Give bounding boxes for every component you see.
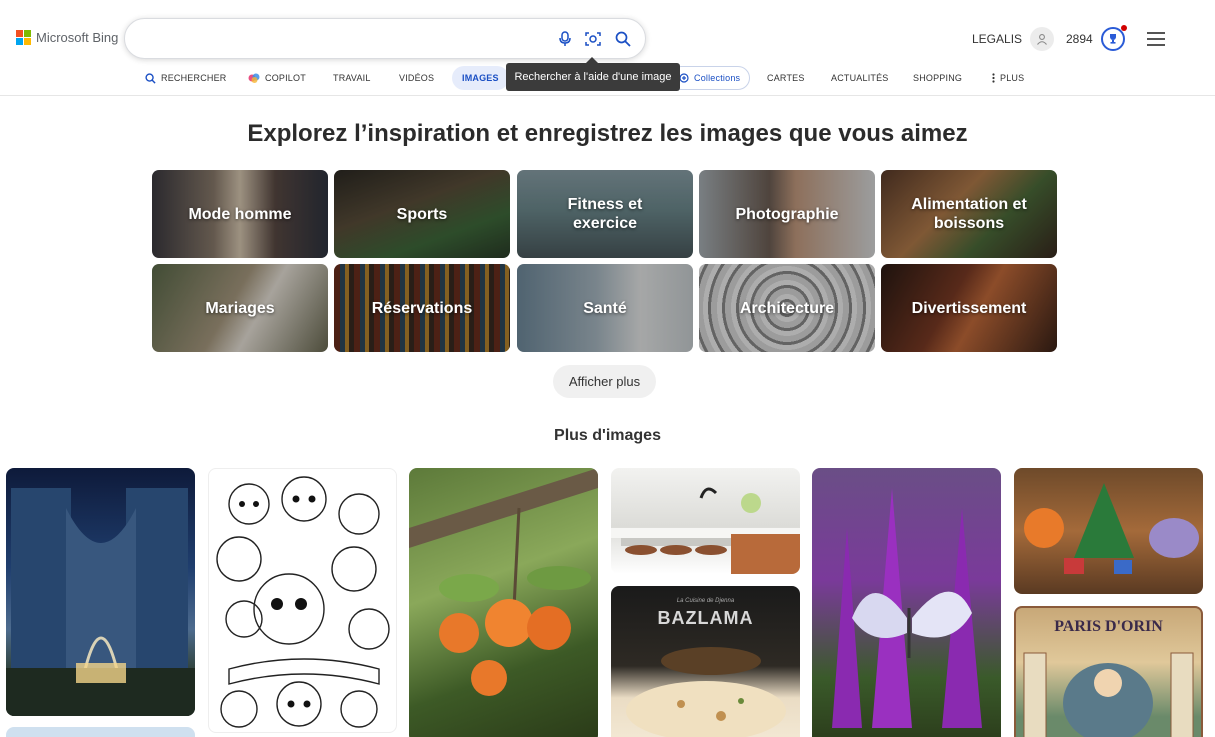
more-vertical-icon — [992, 73, 995, 83]
gallery-image-butterfly[interactable] — [812, 468, 1001, 737]
search-input[interactable] — [143, 29, 543, 49]
category-tile-sports[interactable]: Sports — [334, 170, 510, 258]
kitchen-illustration — [611, 487, 800, 574]
gallery-image-art-nouveau-poster[interactable]: PARIS D'ORIN — [1014, 606, 1203, 737]
gallery-image-coloring-page[interactable] — [208, 468, 397, 733]
logo-text: Microsoft Bing — [36, 30, 119, 45]
butterfly-illustration — [832, 488, 982, 728]
tab-plus[interactable]: PLUS — [992, 64, 1024, 92]
search-icon[interactable] — [613, 29, 633, 49]
gallery-image-winnie-christmas[interactable] — [1014, 468, 1203, 594]
user-account[interactable]: LEGALIS — [972, 27, 1055, 51]
page-headline: Explorez l’inspiration et enregistrez le… — [247, 120, 968, 147]
gallery-image-bazlama[interactable]: La Cuisine de Djenna BAZLAMA — [611, 586, 800, 737]
tab-collections[interactable]: Collections — [669, 66, 751, 90]
copilot-icon — [248, 73, 260, 83]
category-tile-mode-homme[interactable]: Mode homme — [152, 170, 328, 258]
trophy-icon — [1100, 25, 1127, 51]
flatbread-illustration — [626, 647, 786, 737]
notification-dot — [1120, 25, 1127, 31]
category-tile-alimentation[interactable]: Alimentation et boissons — [881, 170, 1057, 258]
more-images-title: Plus d'images — [554, 427, 661, 444]
coloring-hamsters-illustration — [216, 476, 390, 728]
gallery-image-partial[interactable] — [6, 727, 195, 737]
category-tile-sante[interactable]: Santé — [517, 264, 693, 352]
category-tile-mariages[interactable]: Mariages — [152, 264, 328, 352]
visual-search-tooltip: Rechercher à l'aide d'une image — [506, 57, 680, 91]
cartoon-christmas-illustration — [1024, 483, 1199, 574]
menu-icon[interactable] — [1147, 32, 1165, 46]
gallery-image-kitchen[interactable] — [611, 468, 800, 574]
collections-icon — [679, 73, 689, 83]
search-icon — [145, 72, 156, 84]
gallery-image-skyscraper[interactable] — [6, 468, 195, 716]
category-tile-reservations[interactable]: Réservations — [334, 264, 510, 352]
tab-videos[interactable]: VIDÉOS — [399, 64, 434, 92]
tab-rechercher[interactable]: RECHERCHER — [145, 64, 227, 92]
persimmons-illustration — [409, 468, 598, 696]
category-tile-divertissement[interactable]: Divertissement — [881, 264, 1057, 352]
avatar-icon — [1030, 27, 1055, 51]
gallery-image-persimmons[interactable] — [409, 468, 598, 737]
microsoft-logo-icon — [16, 30, 31, 45]
visual-search-icon[interactable] — [583, 29, 603, 49]
tab-copilot[interactable]: COPILOT — [248, 64, 306, 92]
rewards[interactable]: 2894 — [1066, 25, 1127, 51]
category-tile-fitness[interactable]: Fitness et exercice — [517, 170, 693, 258]
tab-images[interactable]: IMAGES — [452, 66, 509, 90]
category-tile-photographie[interactable]: Photographie — [699, 170, 875, 258]
tab-actualites[interactable]: ACTUALITÉS — [831, 64, 889, 92]
show-more-button[interactable]: Afficher plus — [553, 365, 656, 398]
category-tile-architecture[interactable]: Architecture — [699, 264, 875, 352]
skyscraper-illustration — [6, 488, 195, 716]
tab-cartes[interactable]: CARTES — [767, 64, 805, 92]
user-name: LEGALIS — [972, 32, 1023, 46]
microphone-icon[interactable] — [555, 29, 575, 49]
top-header: Microsoft Bing Rechercher à l'aide d'une… — [0, 0, 1215, 96]
rewards-points: 2894 — [1066, 32, 1093, 46]
poster-illustration — [1023, 652, 1194, 737]
search-box — [124, 18, 646, 59]
bing-logo[interactable]: Microsoft Bing — [16, 30, 118, 45]
tab-travail[interactable]: TRAVAIL — [333, 64, 371, 92]
tab-shopping[interactable]: SHOPPING — [913, 64, 962, 92]
